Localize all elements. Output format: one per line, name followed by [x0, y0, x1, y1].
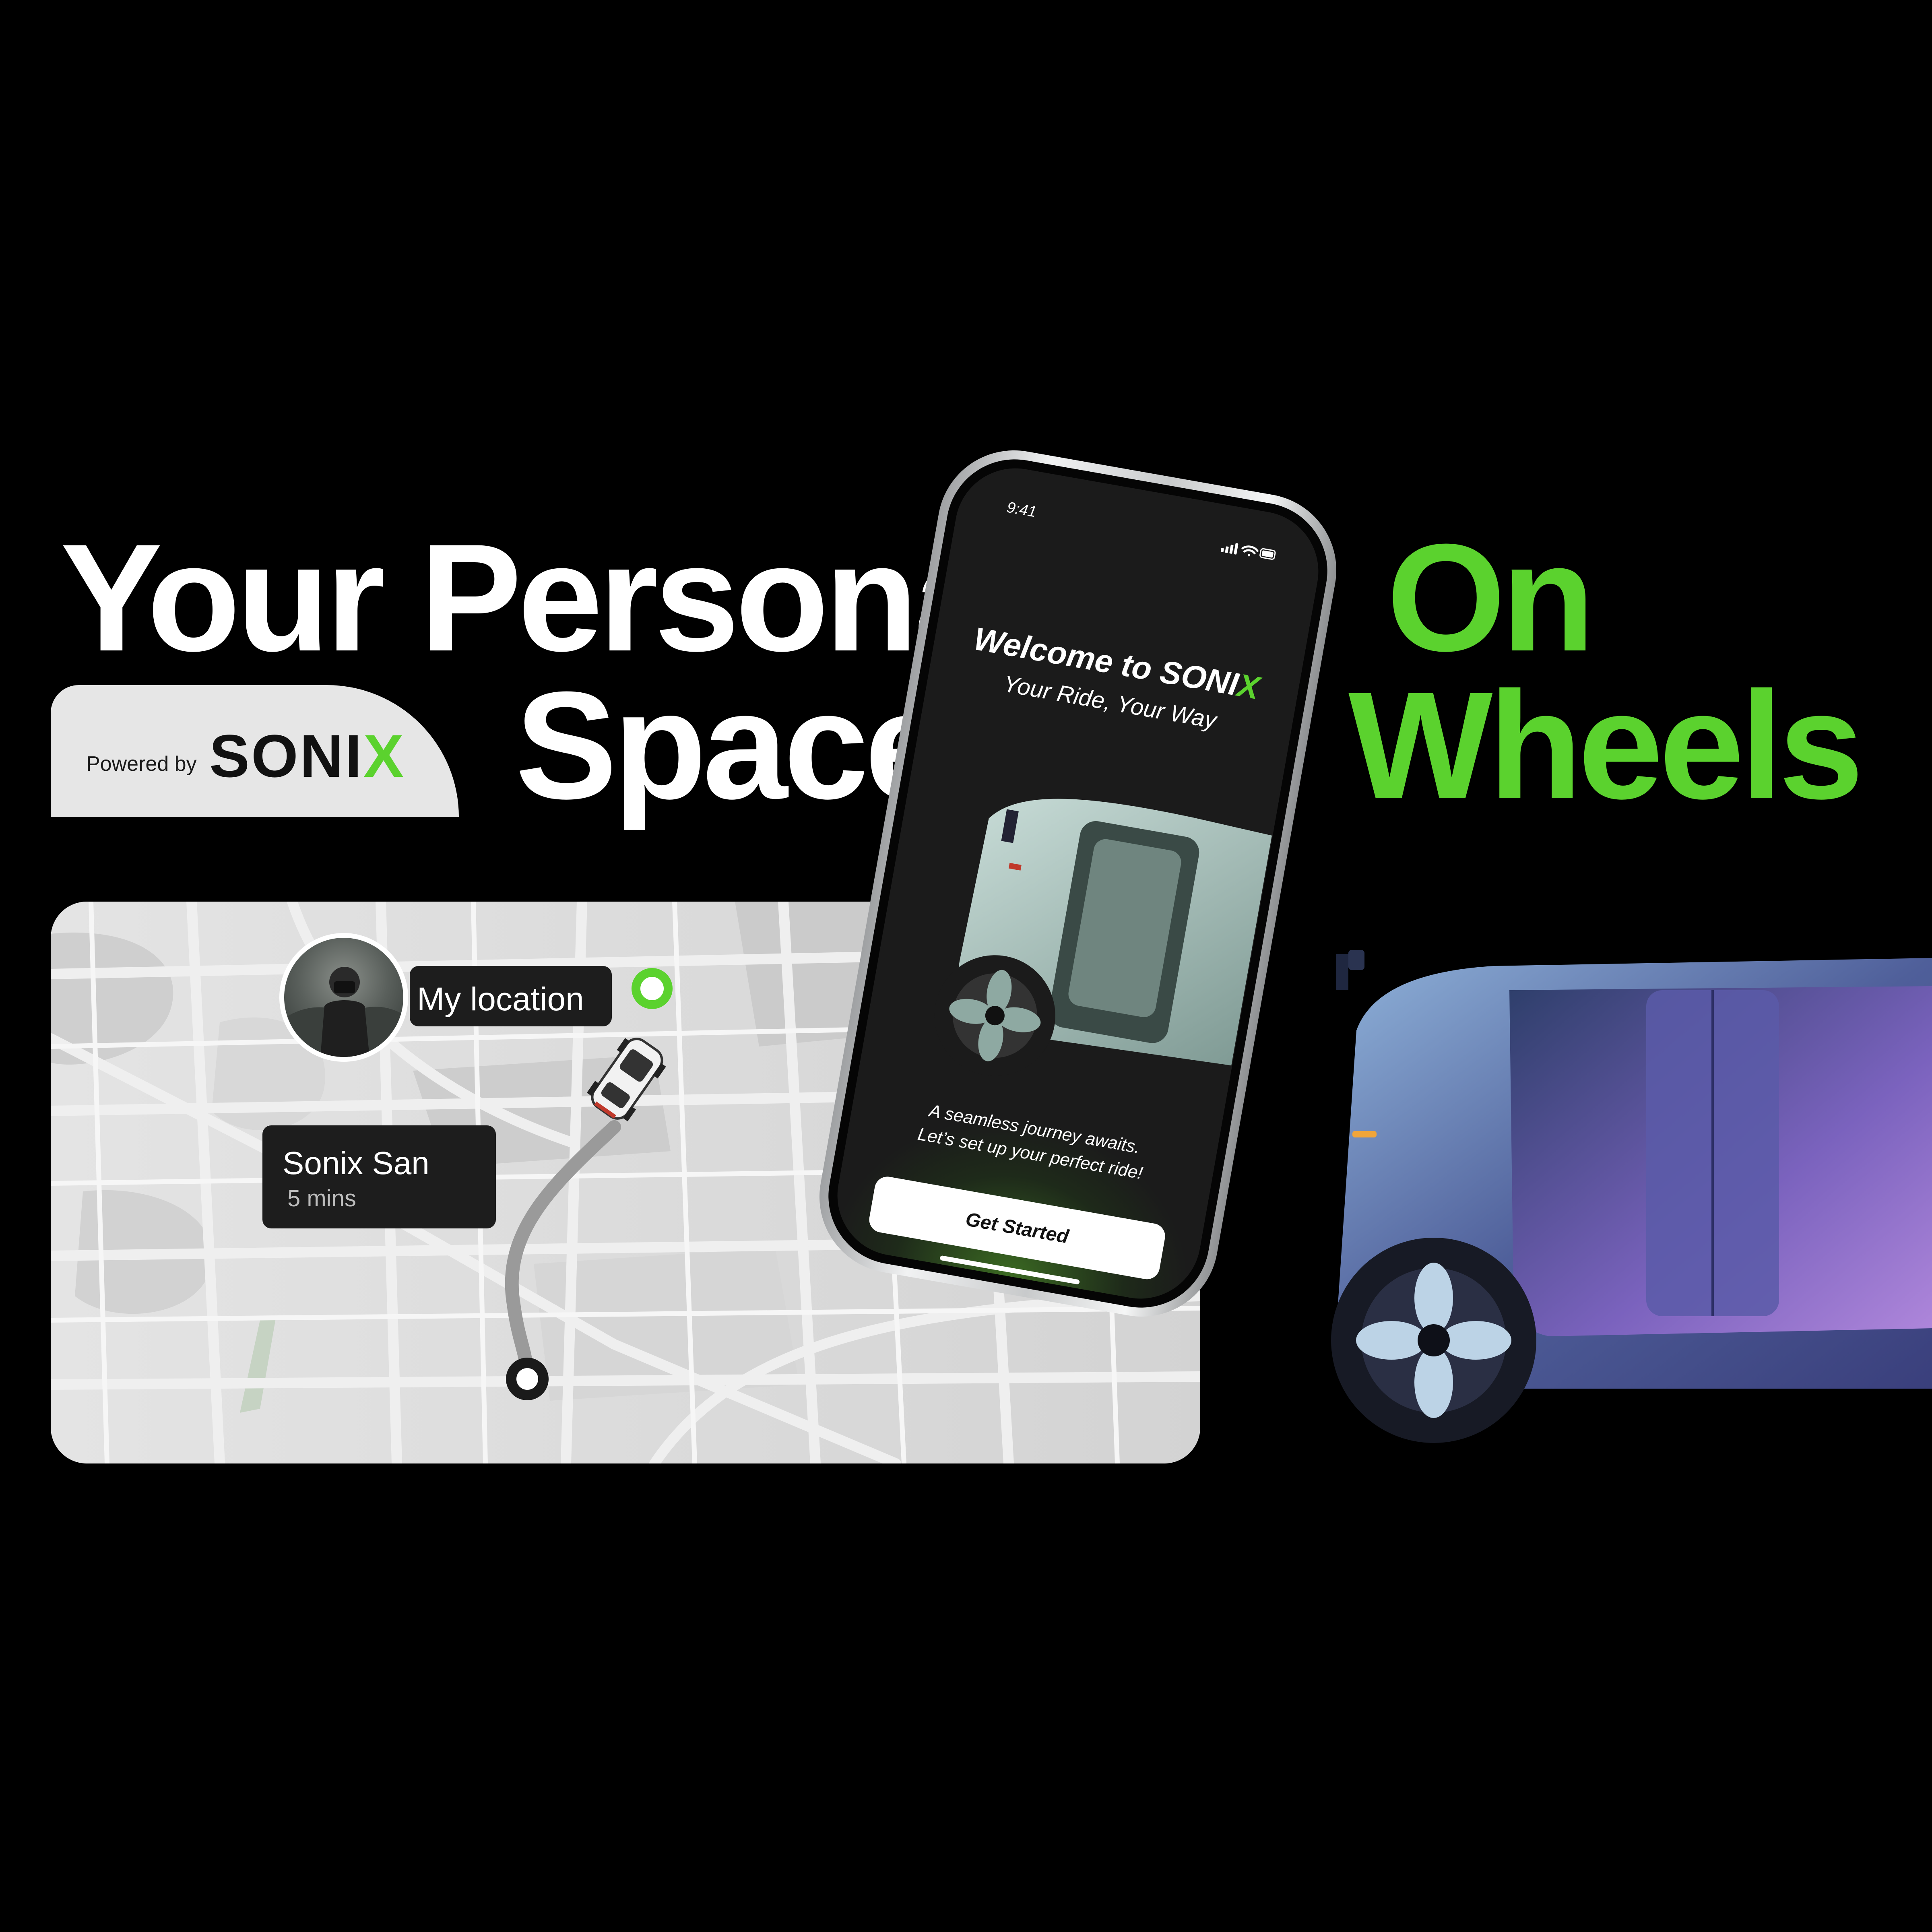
- user-photo-icon: [284, 967, 403, 1057]
- sonix-logo-x: X: [363, 722, 405, 790]
- my-location-marker[interactable]: [632, 968, 673, 1009]
- driver-name: Sonix San: [283, 1145, 429, 1181]
- driver-card[interactable]: Sonix San 5 mins: [262, 1125, 496, 1228]
- shuttle-vehicle-image: [1331, 950, 1932, 1443]
- status-icons: [1220, 543, 1276, 560]
- headline-your-personal: Your Personal: [60, 512, 1038, 683]
- wifi-icon: [1241, 545, 1259, 557]
- sonix-logo-text: SONI: [209, 722, 363, 790]
- my-location-label: My location: [417, 981, 584, 1018]
- headline-on: On: [1387, 512, 1595, 683]
- powered-by-badge: Powered by SONIX: [51, 685, 459, 817]
- powered-by-label: Powered by: [86, 752, 197, 776]
- vehicle-image: [934, 799, 1272, 1076]
- headline-space: Space: [515, 660, 950, 831]
- status-time: 9:41: [1005, 499, 1038, 521]
- sonix-logo: SONIX: [209, 721, 405, 791]
- my-location-tag[interactable]: My location: [410, 966, 612, 1026]
- start-marker[interactable]: [506, 1358, 549, 1400]
- welcome-brand: SONIX: [1157, 653, 1262, 706]
- driver-eta: 5 mins: [287, 1185, 356, 1212]
- welcome-brand-text: SONI: [1157, 653, 1241, 702]
- battery-icon: [1259, 548, 1276, 560]
- avatar[interactable]: [279, 933, 408, 1062]
- headline-wheels: Wheels: [1348, 660, 1864, 831]
- signal-icon: [1220, 543, 1238, 555]
